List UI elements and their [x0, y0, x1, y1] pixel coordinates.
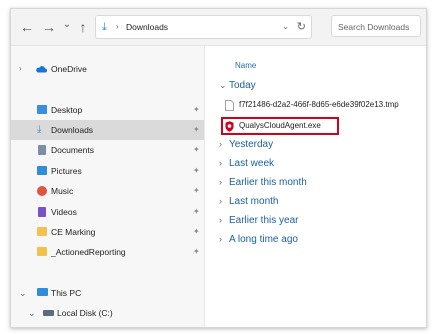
sidebar-item-local-disk[interactable]: ⌄ Local Disk (C:) — [11, 303, 204, 323]
sidebar-item-desktop[interactable]: Desktop ✦ — [11, 100, 204, 120]
group-header-earlier-this-year[interactable]: › Earlier this year — [219, 213, 298, 228]
group-header-last-month[interactable]: › Last month — [219, 194, 278, 209]
sidebar-item-label: Pictures — [51, 166, 82, 176]
pin-icon[interactable]: ✦ — [193, 120, 200, 140]
chevron-down-icon[interactable]: ⌄ — [28, 303, 36, 323]
chevron-right-icon: › — [219, 158, 222, 168]
sidebar-item-label: Desktop — [51, 105, 83, 115]
group-label: A long time ago — [229, 234, 298, 245]
back-arrow-icon[interactable]: ← — [19, 19, 35, 35]
sidebar-item-label: Local Disk (C:) — [57, 308, 113, 318]
file-list-pane: Name ⌄ Today f7f21486-d2a2-466f-8d65-e6de… — [205, 46, 426, 327]
chevron-right-icon: › — [219, 215, 222, 225]
folder-icon — [37, 247, 47, 256]
chevron-down-icon[interactable]: ⌄ — [19, 283, 27, 303]
group-label: Last week — [229, 158, 275, 169]
drive-icon — [43, 310, 54, 316]
group-header-today[interactable]: ⌄ Today — [219, 78, 256, 93]
sidebar-item-label: Videos — [51, 207, 77, 217]
forward-arrow-icon[interactable]: → — [41, 19, 57, 35]
search-input[interactable]: Search Downloads — [331, 15, 421, 37]
navigation-toolbar: ← → ⌄ ↑ ⤓ › Downloads ⌄ ↻ Search Downloa… — [11, 9, 426, 46]
sidebar-item-label: Downloads — [51, 125, 94, 135]
file-name: f7f21486-d2a2-466f-8d65-e6de39f02e13.tmp — [239, 100, 399, 109]
sidebar-item-label: CE Marking — [51, 227, 96, 237]
group-header-earlier-this-month[interactable]: › Earlier this month — [219, 175, 307, 190]
sidebar-item-label: Documents — [51, 145, 94, 155]
recent-locations-chevron-icon[interactable]: ⌄ — [59, 17, 75, 33]
group-label: Yesterday — [229, 139, 274, 150]
sidebar-item-documents[interactable]: Documents ✦ — [11, 140, 204, 160]
music-folder-icon — [37, 186, 47, 196]
chevron-right-icon: › — [219, 139, 222, 149]
address-bar[interactable]: ⤓ › Downloads ⌄ ↻ — [95, 15, 312, 39]
pin-icon[interactable]: ✦ — [193, 140, 200, 160]
group-label: Today — [229, 80, 256, 91]
pictures-folder-icon — [37, 166, 47, 175]
navigation-pane: › OneDrive Desktop ✦ ⤓ Downloads ✦ Docum… — [11, 46, 205, 327]
sidebar-item-downloads[interactable]: ⤓ Downloads ✦ — [11, 120, 204, 140]
chevron-right-icon: › — [219, 177, 222, 187]
desktop-folder-icon — [37, 105, 47, 114]
sidebar-item-label: This PC — [51, 288, 82, 298]
pin-icon[interactable]: ✦ — [193, 202, 200, 222]
group-header-yesterday[interactable]: › Yesterday — [219, 137, 273, 152]
file-icon — [225, 100, 234, 111]
refresh-icon[interactable]: ↻ — [297, 16, 306, 38]
sidebar-item-this-pc[interactable]: ⌄ This PC — [11, 283, 204, 303]
group-header-last-week[interactable]: › Last week — [219, 156, 274, 171]
breadcrumb-downloads[interactable]: Downloads — [126, 16, 168, 38]
chevron-right-icon: › — [219, 234, 222, 244]
sidebar-item-pictures[interactable]: Pictures ✦ — [11, 161, 204, 181]
group-label: Earlier this year — [229, 215, 299, 226]
cloud-icon — [36, 66, 47, 73]
pin-icon[interactable]: ✦ — [193, 242, 200, 262]
sidebar-item-label: _ActionedReporting — [51, 247, 126, 257]
pin-icon[interactable]: ✦ — [193, 100, 200, 120]
address-dropdown-icon[interactable]: ⌄ — [282, 16, 289, 38]
sidebar-item-onedrive[interactable]: › OneDrive — [11, 59, 204, 79]
pin-icon[interactable]: ✦ — [193, 181, 200, 201]
sidebar-item-label: OneDrive — [51, 64, 87, 74]
chevron-right-icon[interactable]: › — [19, 59, 22, 79]
up-arrow-icon[interactable]: ↑ — [75, 19, 91, 35]
videos-folder-icon — [38, 207, 46, 217]
documents-folder-icon — [38, 145, 46, 155]
highlight-box — [221, 117, 339, 135]
chevron-down-icon: ⌄ — [219, 80, 227, 90]
pin-icon[interactable]: ✦ — [193, 222, 200, 242]
sidebar-item-videos[interactable]: Videos ✦ — [11, 202, 204, 222]
download-icon: ⤓ — [102, 21, 107, 33]
sidebar-item-ce-marking[interactable]: CE Marking ✦ — [11, 222, 204, 242]
sidebar-item-music[interactable]: Music ✦ — [11, 181, 204, 201]
download-icon: ⤓ — [37, 124, 42, 135]
breadcrumb-separator: › — [116, 22, 119, 31]
group-label: Earlier this month — [229, 177, 307, 188]
monitor-icon — [37, 288, 48, 296]
folder-icon — [37, 227, 47, 236]
pin-icon[interactable]: ✦ — [193, 161, 200, 181]
file-explorer-window: ← → ⌄ ↑ ⤓ › Downloads ⌄ ↻ Search Downloa… — [10, 8, 427, 328]
column-header-name[interactable]: Name — [235, 61, 256, 70]
chevron-right-icon: › — [219, 196, 222, 206]
sidebar-item-actioned-reporting[interactable]: _ActionedReporting ✦ — [11, 242, 204, 262]
group-label: Last month — [229, 196, 279, 207]
group-header-long-time-ago[interactable]: › A long time ago — [219, 232, 298, 247]
sidebar-item-label: Music — [51, 186, 74, 196]
